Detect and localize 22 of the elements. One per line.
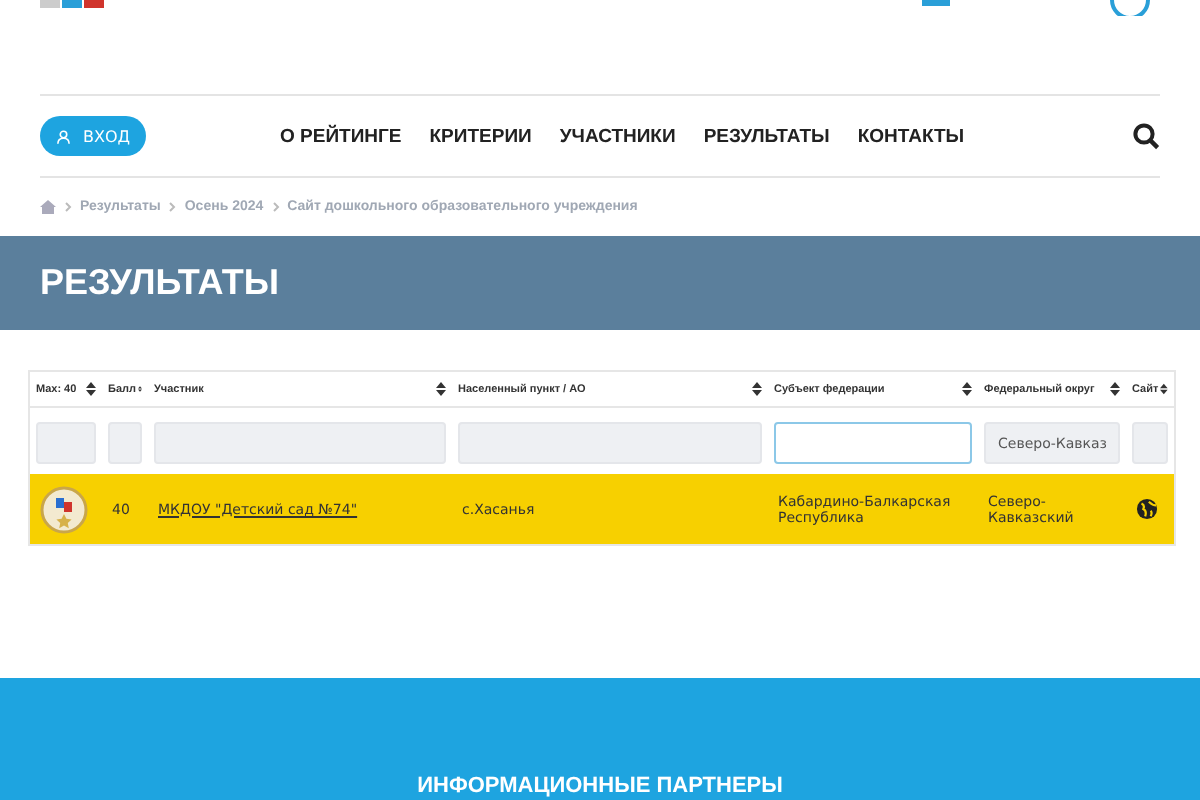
- sort-icon[interactable]: [1110, 382, 1120, 396]
- partners-title: ИНФОРМАЦИОННЫЕ ПАРТНЕРЫ: [417, 774, 783, 798]
- chevron-icon: [168, 201, 177, 211]
- nav-link[interactable]: УЧАСТНИКИ: [559, 125, 676, 147]
- nav-link[interactable]: О РЕЙТИНГЕ: [280, 125, 402, 147]
- sort-icon[interactable]: [86, 382, 96, 396]
- chevron-icon: [271, 201, 280, 211]
- logo-drawing: [40, 0, 104, 8]
- user-icon: [56, 125, 71, 147]
- medal-icon: [40, 485, 88, 533]
- sort-icon[interactable]: [436, 382, 446, 396]
- chevron-icon: [64, 201, 72, 211]
- sort-icon[interactable]: [962, 382, 972, 396]
- sort-icon[interactable]: [752, 382, 762, 396]
- search-icon[interactable]: [1132, 122, 1160, 150]
- logo-drawing: [922, 0, 950, 6]
- sort-icon[interactable]: [1160, 382, 1168, 396]
- nav-link[interactable]: КРИТЕРИИ: [429, 125, 532, 147]
- filter-field[interactable]: [774, 422, 972, 465]
- nav-link[interactable]: КОНТАКТЫ: [857, 125, 965, 147]
- page-title: РЕЗУЛЬТАТЫ: [40, 262, 279, 304]
- nav-link[interactable]: РЕЗУЛЬТАТЫ: [703, 125, 830, 147]
